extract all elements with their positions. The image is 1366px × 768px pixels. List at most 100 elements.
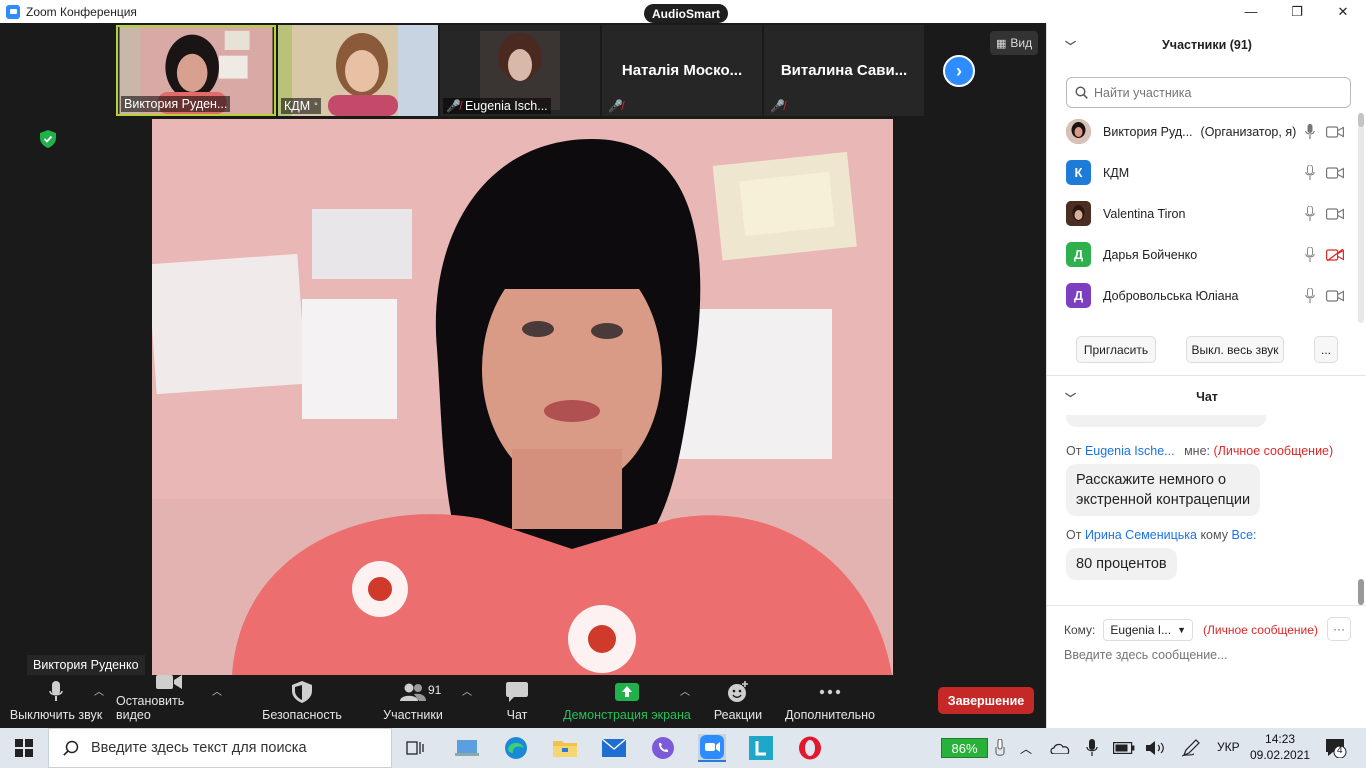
- participant-thumbnail[interactable]: 🎤̸ Eugenia Isch...: [440, 25, 600, 116]
- participants-header: ﹀ Участники (91): [1047, 25, 1366, 65]
- opera-icon[interactable]: [796, 734, 824, 762]
- microphone-icon[interactable]: [1305, 288, 1315, 303]
- more-button[interactable]: Дополнительно: [782, 675, 878, 728]
- participant-name: Виктория Руден...: [121, 96, 231, 112]
- chat-scrollbar[interactable]: [1358, 579, 1364, 605]
- invite-button[interactable]: Пригласить: [1076, 336, 1156, 363]
- tray-expand-icon[interactable]: ︿: [1020, 740, 1032, 757]
- microphone-icon[interactable]: [1305, 165, 1315, 180]
- participants-more-button[interactable]: ...: [1314, 336, 1338, 363]
- end-meeting-button[interactable]: Завершение: [938, 687, 1034, 714]
- reactions-button[interactable]: Реакции: [708, 675, 768, 728]
- share-screen-label: Демонстрация экрана: [563, 708, 691, 722]
- share-options-caret[interactable]: ︿: [680, 683, 690, 698]
- message-sender[interactable]: Ирина Семеницька: [1085, 528, 1197, 542]
- message-recipient[interactable]: Все:: [1231, 528, 1256, 542]
- stop-video-label: Остановить видео: [116, 694, 185, 722]
- windows-taskbar: Введите здесь текст для поиска 86% ︿ УКР…: [0, 728, 1366, 768]
- volume-icon[interactable]: [1142, 734, 1170, 762]
- computer-app-icon[interactable]: [453, 734, 481, 762]
- mute-label: Выключить звук: [9, 708, 103, 722]
- participant-thumbnail[interactable]: Виктория Руден...: [116, 25, 276, 116]
- stop-video-button[interactable]: Остановить видео: [116, 675, 222, 728]
- edge-browser-icon[interactable]: [502, 734, 530, 762]
- collapse-chevron-icon[interactable]: ﹀: [1065, 38, 1076, 54]
- participant-name: Valentina Tiron: [1103, 206, 1186, 221]
- active-speaker-video: [152, 119, 893, 675]
- viber-icon[interactable]: [649, 734, 677, 762]
- chat-bubble-icon: [506, 680, 528, 704]
- input-language[interactable]: УКР: [1217, 740, 1240, 754]
- taskbar-search[interactable]: Введите здесь текст для поиска: [48, 728, 392, 768]
- video-off-icon[interactable]: [1326, 249, 1344, 261]
- l-app-icon[interactable]: [747, 734, 775, 762]
- file-explorer-icon[interactable]: [551, 734, 579, 762]
- avatar: Д: [1066, 283, 1091, 308]
- battery-tray-icon[interactable]: [1110, 734, 1138, 762]
- chat-more-button[interactable]: ···: [1327, 617, 1351, 641]
- participant-row[interactable]: Д Дарья Бойченко: [1047, 234, 1359, 275]
- pen-icon[interactable]: [1178, 734, 1206, 762]
- participant-name: КДМ °: [281, 98, 321, 114]
- clock-date: 09.02.2021: [1250, 748, 1311, 762]
- mail-icon[interactable]: [600, 734, 628, 762]
- participant-thumbnail[interactable]: КДМ °: [278, 25, 438, 116]
- collapse-chevron-icon[interactable]: ﹀: [1065, 390, 1076, 406]
- title-bar: Zoom Конференция AudioSmart — ❐ ✕: [0, 0, 1366, 23]
- participants-options-caret[interactable]: ︿: [462, 683, 472, 698]
- search-icon: [63, 740, 79, 756]
- touch-icon[interactable]: [992, 734, 1008, 762]
- participant-thumbnail[interactable]: Наталія Моско... 🎤̸: [602, 25, 762, 116]
- microphone-icon[interactable]: [1305, 206, 1315, 221]
- next-page-button[interactable]: ›: [943, 55, 975, 87]
- participant-row[interactable]: К КДМ: [1047, 152, 1359, 193]
- task-view-icon[interactable]: [402, 734, 430, 762]
- video-camera-icon[interactable]: [1326, 290, 1344, 302]
- audiosmart-badge[interactable]: AudioSmart: [644, 4, 729, 23]
- minimize-button[interactable]: —: [1228, 0, 1274, 23]
- participant-name: КДМ: [1103, 165, 1130, 180]
- panel-divider: [1047, 375, 1366, 376]
- thumbnail-strip: Виктория Руден... КДМ ° 🎤̸ Eugenia Isch.…: [116, 25, 924, 118]
- windows-start-icon[interactable]: [10, 734, 38, 762]
- participant-thumbnail[interactable]: Виталина Сави... 🎤̸: [764, 25, 924, 116]
- mute-button[interactable]: Выключить звук: [8, 675, 104, 728]
- zoom-taskbar-icon[interactable]: [698, 734, 726, 762]
- participant-status: 🎤̸: [767, 98, 788, 114]
- video-camera-icon[interactable]: [1326, 167, 1344, 179]
- message-sender[interactable]: Eugenia Ische...: [1085, 444, 1175, 458]
- avatar: [1066, 119, 1091, 144]
- view-button[interactable]: ▦ Вид: [990, 31, 1039, 55]
- participants-button[interactable]: 91 Участники: [380, 675, 446, 728]
- microphone-icon[interactable]: [1305, 247, 1315, 262]
- recipient-select[interactable]: Eugenia I... ▼: [1103, 619, 1194, 641]
- system-clock[interactable]: 14:23 09.02.2021: [1250, 731, 1310, 763]
- chat-message-input[interactable]: [1064, 648, 1344, 662]
- security-button[interactable]: Безопасность: [258, 675, 346, 728]
- mute-all-button[interactable]: Выкл. весь звук: [1186, 336, 1284, 363]
- onedrive-icon[interactable]: [1046, 734, 1074, 762]
- share-screen-button[interactable]: Демонстрация экрана: [562, 675, 692, 728]
- chat-button[interactable]: Чат: [494, 675, 540, 728]
- close-button[interactable]: ✕: [1320, 0, 1366, 23]
- participant-row[interactable]: Valentina Tiron: [1047, 193, 1359, 234]
- notification-center-icon[interactable]: 4: [1325, 738, 1347, 759]
- video-camera-icon[interactable]: [1326, 208, 1344, 220]
- participant-search-input[interactable]: [1094, 85, 1334, 100]
- video-options-caret[interactable]: ︿: [212, 683, 222, 698]
- participant-row[interactable]: Д Добровольська Юліана: [1047, 275, 1359, 316]
- clock-time: 14:23: [1265, 732, 1296, 746]
- participant-name: Виктория Руд...: [1103, 124, 1193, 139]
- battery-indicator[interactable]: 86%: [941, 738, 988, 758]
- muted-mic-icon: 🎤̸: [770, 99, 785, 113]
- tray-microphone-icon[interactable]: [1078, 734, 1106, 762]
- participant-row[interactable]: Виктория Руд... (Организатор, я): [1047, 111, 1359, 152]
- participants-scrollbar[interactable]: [1358, 113, 1364, 127]
- audio-options-caret[interactable]: ︿: [94, 683, 104, 698]
- microphone-icon[interactable]: [1305, 124, 1315, 139]
- security-shield-icon[interactable]: [40, 130, 56, 148]
- video-camera-icon[interactable]: [1326, 126, 1344, 138]
- zoom-app-icon: [6, 4, 20, 19]
- maximize-button[interactable]: ❐: [1274, 0, 1320, 23]
- participant-search[interactable]: [1066, 77, 1351, 108]
